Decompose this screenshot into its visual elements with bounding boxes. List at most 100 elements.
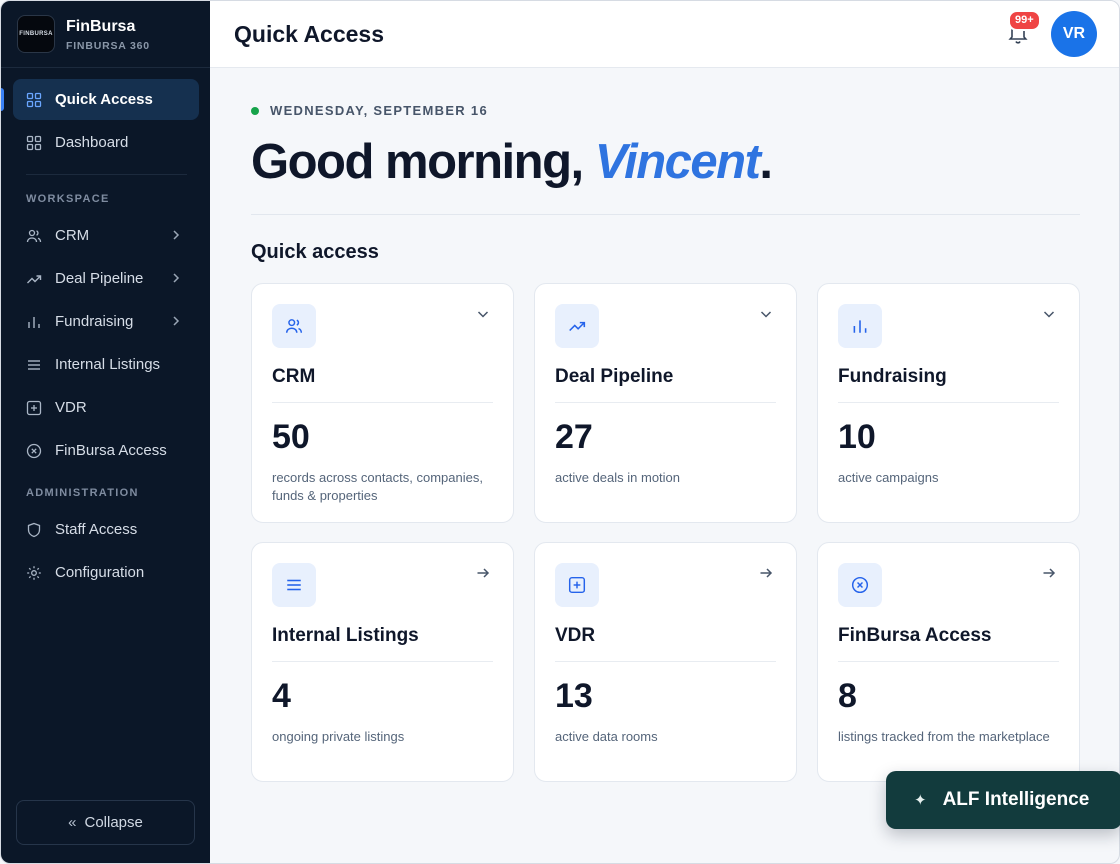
- card-divider: [555, 402, 776, 403]
- date-row: WEDNESDAY, SEPTEMBER 16: [251, 103, 1080, 118]
- arrow-right-icon[interactable]: [758, 565, 774, 581]
- sidebar-item-label: Staff Access: [55, 521, 138, 538]
- card-divider: [838, 402, 1059, 403]
- topbar: Quick Access 99+ VR: [210, 1, 1119, 68]
- sidebar-item-crm[interactable]: CRM: [13, 215, 199, 256]
- greeting: Good morning, Vincent.: [251, 132, 1080, 192]
- list-icon: [272, 563, 316, 607]
- card-description: listings tracked from the marketplace: [838, 729, 1050, 744]
- sidebar: FINBURSA FinBursa FINBURSA 360 Quick Acc…: [1, 1, 210, 863]
- bar-chart-icon: [26, 314, 42, 330]
- brand-logo: FINBURSA: [17, 15, 55, 53]
- chevron-right-icon: [169, 271, 183, 285]
- card-value: 13: [555, 677, 593, 715]
- card-internal-listings[interactable]: Internal Listings 4 ongoing private list…: [251, 542, 514, 782]
- card-title: VDR: [555, 625, 596, 646]
- card-value: 27: [555, 418, 593, 456]
- card-title: Internal Listings: [272, 625, 419, 646]
- grid-icon: [26, 92, 42, 108]
- users-icon: [272, 304, 316, 348]
- shield-icon: [26, 522, 42, 538]
- card-fundraising[interactable]: Fundraising 10 active campaigns: [817, 283, 1080, 523]
- sidebar-item-fundraising[interactable]: Fundraising: [13, 301, 199, 342]
- avatar[interactable]: VR: [1051, 11, 1097, 57]
- card-deal-pipeline[interactable]: Deal Pipeline 27 active deals in motion: [534, 283, 797, 523]
- circle-x-icon: [26, 443, 42, 459]
- divider: [251, 214, 1080, 215]
- sparkle-icon: ✦: [914, 792, 927, 809]
- collapse-button[interactable]: « Collapse: [16, 800, 195, 845]
- sidebar-item-internal-listings[interactable]: Internal Listings: [13, 344, 199, 385]
- alf-intelligence-button[interactable]: ✦ ALF Intelligence: [886, 771, 1120, 829]
- chevron-down-icon[interactable]: [1041, 306, 1057, 322]
- card-description: active campaigns: [838, 470, 939, 485]
- sidebar-item-label: VDR: [55, 399, 87, 416]
- brand-subtitle: FINBURSA 360: [66, 39, 150, 52]
- bar-chart-icon: [838, 304, 882, 348]
- notification-badge: 99+: [1008, 10, 1041, 31]
- card-value: 4: [272, 677, 291, 715]
- card-description: active deals in motion: [555, 470, 681, 485]
- chevrons-left-icon: «: [68, 814, 77, 831]
- sidebar-item-vdr[interactable]: VDR: [13, 387, 199, 428]
- brand-text: FinBursa FINBURSA 360: [66, 17, 150, 52]
- card-vdr[interactable]: VDR 13 active data rooms: [534, 542, 797, 782]
- circle-x-icon: [838, 563, 882, 607]
- quick-access-grid: CRM 50 records across contacts, companie…: [251, 283, 1080, 782]
- sidebar-item-label: Quick Access: [55, 91, 153, 108]
- collapse-label: Collapse: [84, 814, 143, 831]
- card-description: records across contacts, companies, fund…: [272, 470, 483, 503]
- card-value: 50: [272, 418, 310, 456]
- sidebar-item-label: Internal Listings: [55, 356, 161, 373]
- page-title: Quick Access: [234, 20, 385, 47]
- sidebar-item-finbursa-access[interactable]: FinBursa Access: [13, 430, 199, 471]
- sidebar-item-deal-pipeline[interactable]: Deal Pipeline: [13, 258, 199, 299]
- card-divider: [555, 661, 776, 662]
- chevron-right-icon: [169, 314, 183, 328]
- main-area: Quick Access 99+ VR WEDNESDAY, SEPTEMBER…: [210, 1, 1119, 863]
- grid-icon: [26, 135, 42, 151]
- section-title: Quick access: [251, 241, 379, 263]
- arrow-right-icon[interactable]: [475, 565, 491, 581]
- sidebar-item-label: Dashboard: [55, 134, 129, 151]
- sidebar-item-staff-access[interactable]: Staff Access: [13, 509, 199, 550]
- chevron-right-icon: [169, 228, 183, 242]
- card-title: Deal Pipeline: [555, 366, 674, 387]
- card-title: Fundraising: [838, 366, 947, 387]
- list-icon: [26, 357, 42, 373]
- greeting-suffix: .: [759, 135, 773, 189]
- sidebar-item-label: CRM: [55, 227, 90, 244]
- sidebar-item-dashboard[interactable]: Dashboard: [13, 122, 199, 163]
- sidebar-divider: [26, 174, 187, 175]
- app-window: FINBURSA FinBursa FINBURSA 360 Quick Acc…: [0, 0, 1120, 864]
- sidebar-item-quick-access[interactable]: Quick Access: [1, 79, 199, 120]
- card-value: 10: [838, 418, 876, 456]
- arrow-right-icon[interactable]: [1041, 565, 1057, 581]
- sidebar-item-configuration[interactable]: Configuration: [13, 552, 199, 593]
- card-value: 8: [838, 677, 857, 715]
- sidebar-item-label: FinBursa Access: [55, 442, 167, 459]
- sidebar-section-workspace: WORKSPACE: [26, 193, 110, 205]
- trend-up-icon: [26, 271, 42, 287]
- sidebar-item-label: Deal Pipeline: [55, 270, 144, 287]
- card-divider: [838, 661, 1059, 662]
- sidebar-section-administration: ADMINISTRATION: [26, 487, 139, 499]
- card-description: active data rooms: [555, 729, 658, 744]
- plus-square-icon: [26, 400, 42, 416]
- greeting-name: Vincent: [594, 135, 761, 189]
- brand-name: FinBursa: [66, 17, 136, 35]
- chevron-down-icon[interactable]: [758, 306, 774, 322]
- plus-square-icon: [555, 563, 599, 607]
- content: WEDNESDAY, SEPTEMBER 16 Good morning, Vi…: [210, 103, 1119, 782]
- chevron-down-icon[interactable]: [475, 306, 491, 322]
- card-crm[interactable]: CRM 50 records across contacts, companie…: [251, 283, 514, 523]
- card-title: FinBursa Access: [838, 625, 992, 646]
- sidebar-item-label: Configuration: [55, 564, 145, 581]
- brand: FINBURSA FinBursa FINBURSA 360: [1, 1, 210, 68]
- card-finbursa-access[interactable]: FinBursa Access 8 listings tracked from …: [817, 542, 1080, 782]
- sidebar-nav: Quick Access Dashboard WORKSPACE CRM Dea…: [1, 68, 210, 593]
- card-title: CRM: [272, 366, 316, 387]
- date-text: WEDNESDAY, SEPTEMBER 16: [270, 103, 488, 118]
- gear-icon: [26, 565, 42, 581]
- sidebar-item-label: Fundraising: [55, 313, 134, 330]
